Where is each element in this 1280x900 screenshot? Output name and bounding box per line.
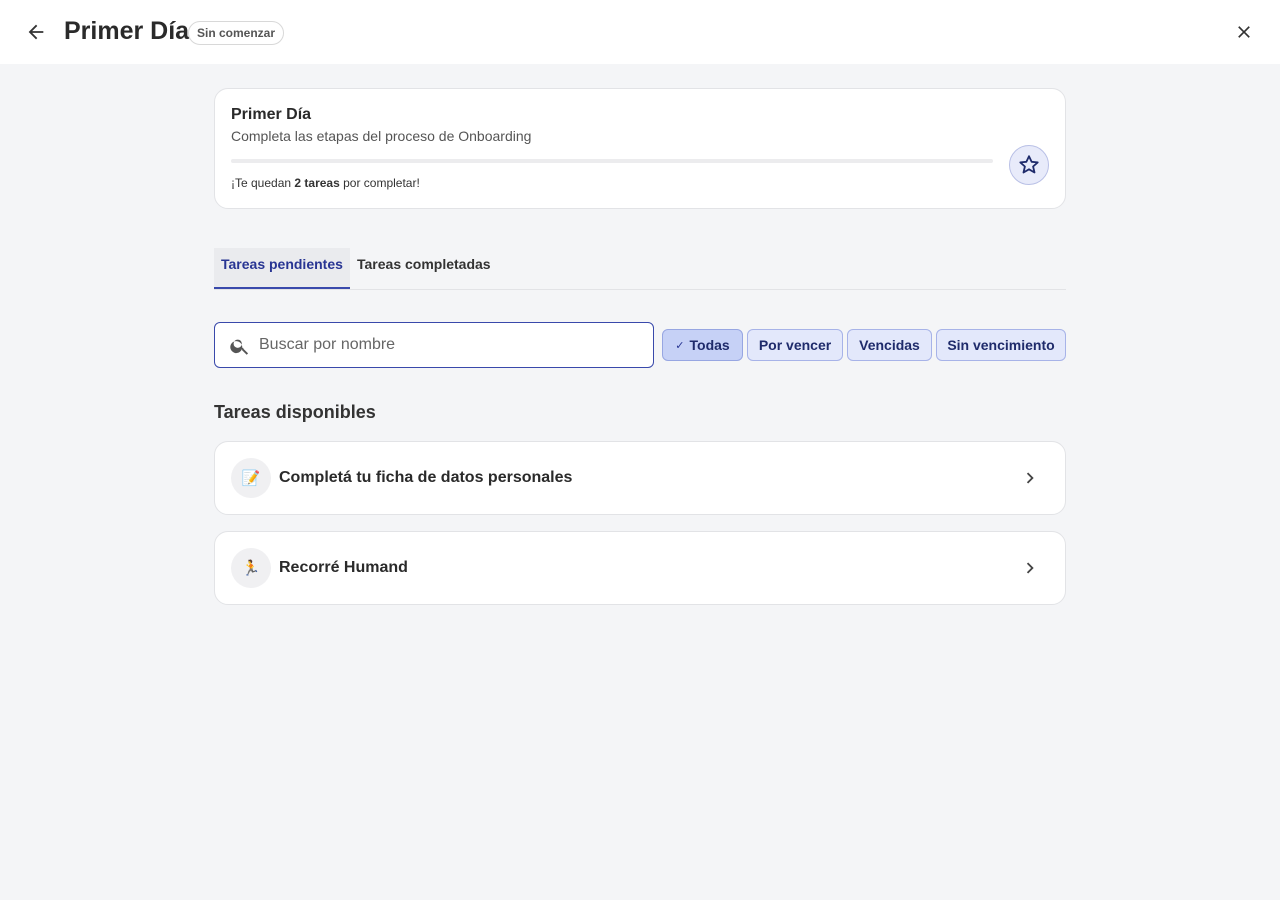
favorite-button[interactable] [1009,145,1049,185]
chevron-right-icon [1026,472,1034,484]
filter-chip-overdue[interactable]: Vencidas [847,329,932,361]
card-title: Primer Día [231,106,312,123]
search-input[interactable] [259,323,639,367]
filter-chip-no-due-date[interactable]: Sin vencimiento [936,329,1066,361]
filter-chip-all[interactable]: ✓ Todas [662,329,743,361]
tab-bar: Tareas pendientes Tareas completadas [214,248,1066,290]
task-title: Completá tu ficha de datos personales [279,469,573,486]
star-icon [1019,155,1039,174]
task-card[interactable]: 🏃 Recorré Humand [214,531,1066,605]
back-button[interactable] [20,16,52,48]
tab-pending-tasks[interactable]: Tareas pendientes [214,248,350,289]
arrow-left-icon [28,24,44,40]
progress-card: Primer Día Completa las etapas del proce… [214,88,1066,209]
top-bar: Primer Día Sin comenzar [0,0,1280,64]
memo-icon: 📝 [231,458,271,498]
task-card[interactable]: 📝 Completá tu ficha de datos personales [214,441,1066,515]
search-icon [230,339,249,355]
runner-icon: 🏃 [231,548,271,588]
chevron-right-icon [1026,562,1034,574]
status-badge: Sin comenzar [188,21,285,45]
progress-bar [231,159,993,163]
close-icon [1238,26,1250,38]
page-title: Primer Día [64,17,190,45]
tab-completed-tasks[interactable]: Tareas completadas [350,248,498,289]
filter-chip-due-soon[interactable]: Por vencer [747,329,843,361]
task-title: Recorré Humand [279,559,408,576]
remaining-tasks-text: ¡Te quedan 2 tareas por completar! [231,176,420,190]
section-title: Tareas disponibles [214,402,376,422]
search-box [214,322,654,368]
card-subtitle: Completa las etapas del proceso de Onboa… [231,128,532,144]
check-icon: ✓ [675,339,685,352]
close-button[interactable] [1228,16,1260,48]
remaining-count: 2 tareas [294,176,340,190]
